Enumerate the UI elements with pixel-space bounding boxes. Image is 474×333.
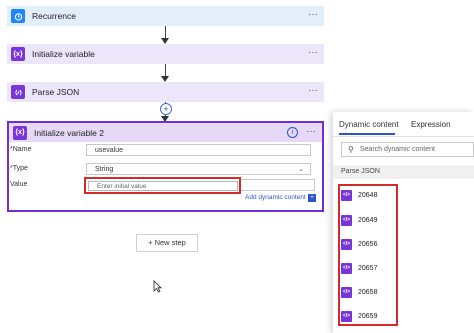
step-title: Parse JSON	[32, 87, 80, 97]
mouse-pointer-icon	[153, 280, 162, 293]
parse-json-icon: </>	[341, 214, 352, 226]
parse-json-icon: </>	[341, 286, 352, 298]
variable-icon: {x}	[13, 125, 27, 140]
step-title: Initialize variable	[32, 49, 95, 59]
tab-expression[interactable]: Expression	[411, 120, 451, 129]
alarm-clock-icon	[11, 9, 25, 23]
search-icon: ⚲	[348, 145, 354, 154]
step-initialize-variable[interactable]: {x} Initialize variable ···	[7, 44, 324, 64]
more-options-icon[interactable]: ···	[308, 9, 318, 20]
type-select[interactable]: String ⌄	[86, 163, 311, 175]
chevron-down-icon: ⌄	[298, 166, 304, 173]
step-title: Initialize variable 2	[34, 127, 104, 138]
value-input[interactable]: Enter initial value	[88, 181, 238, 191]
value-input-extension[interactable]	[241, 179, 315, 191]
type-label: *Type	[10, 165, 28, 172]
step-recurrence[interactable]: Recurrence ···	[7, 6, 324, 26]
value-highlight-box: Enter initial value	[84, 177, 241, 194]
tab-dynamic-content[interactable]: Dynamic content	[339, 120, 399, 129]
parse-json-icon: </>	[341, 189, 352, 201]
card-header[interactable]: {x} Initialize variable 2 i ···	[9, 123, 322, 142]
parse-json-icon: </>	[341, 238, 352, 250]
more-options-icon[interactable]: ···	[308, 47, 318, 58]
list-item[interactable]: </> 20657	[341, 261, 377, 275]
dynamic-content-icon[interactable]: +	[308, 194, 316, 202]
variable-icon: {x}	[11, 47, 25, 61]
list-item[interactable]: </> 20658	[341, 285, 377, 299]
step-title: Recurrence	[32, 11, 76, 21]
list-item[interactable]: </> 20648	[341, 188, 377, 202]
list-item[interactable]: </> 20649	[341, 213, 377, 227]
add-dynamic-content-link[interactable]: Add dynamic content	[245, 194, 306, 201]
section-header: Parse JSON	[333, 165, 474, 179]
list-item[interactable]: </> 20659	[341, 309, 377, 323]
parse-json-icon: </>	[341, 262, 352, 274]
list-item[interactable]: </> 20656	[341, 237, 377, 251]
insert-step-plus-icon[interactable]: +	[160, 103, 172, 115]
step-parse-json[interactable]: Parse JSON ···	[7, 82, 324, 102]
new-step-button[interactable]: + New step	[136, 234, 198, 252]
parse-json-icon: </>	[341, 310, 352, 322]
more-options-icon[interactable]: ···	[308, 85, 318, 96]
divider	[333, 136, 474, 137]
value-label: Value	[10, 181, 28, 188]
search-input[interactable]: ⚲ Search dynamic content	[341, 142, 474, 157]
dynamic-content-panel: Dynamic content Expression ⚲ Search dyna…	[333, 112, 474, 333]
parse-json-icon	[11, 85, 25, 99]
name-field[interactable]: usevalue	[86, 144, 311, 156]
more-options-icon[interactable]: ···	[306, 126, 316, 137]
active-tab-indicator	[339, 133, 395, 135]
name-label: *Name	[10, 146, 32, 153]
info-icon[interactable]: i	[287, 127, 298, 138]
